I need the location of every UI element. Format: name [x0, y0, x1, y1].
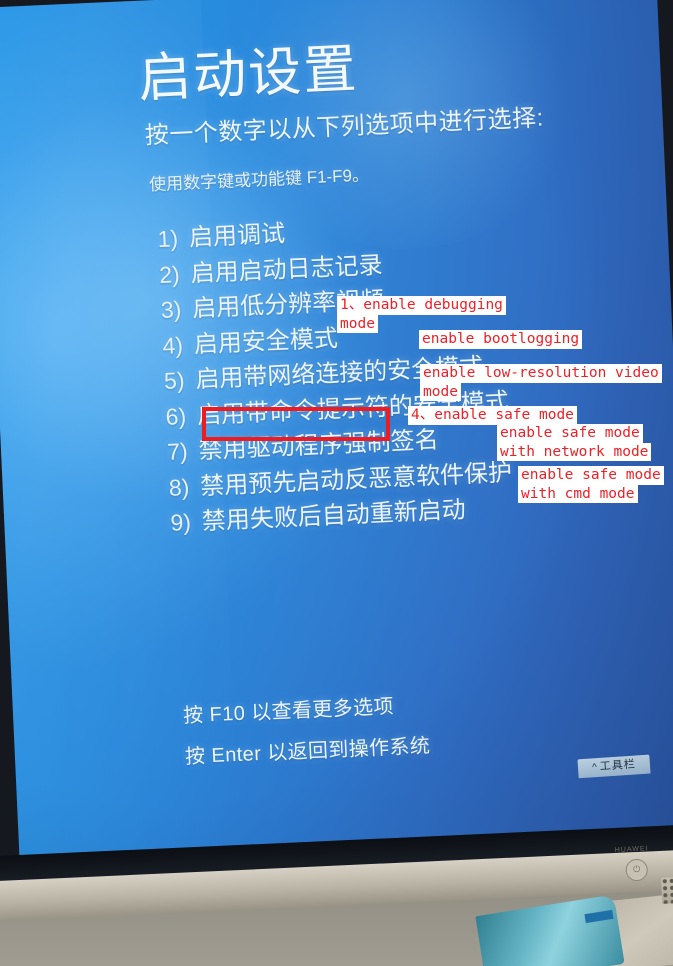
footer-line-f10: 按 F10 以查看更多选项 — [182, 695, 395, 728]
footer-hints: 按 F10 以查看更多选项 按 Enter 以返回到操作系统 — [183, 688, 432, 781]
annotation-4-line1: 4、enable safe mode — [408, 406, 577, 425]
page-hint: 使用数字键或功能键 F1-F9。 — [148, 165, 370, 195]
annotation-5-line1: enable safe mode — [497, 424, 643, 443]
option-number: 9) — [169, 508, 192, 536]
annotation-1: 1、enable debugging mode — [337, 296, 506, 333]
annotation-3-line1: enable low-resolution video — [420, 364, 662, 383]
annotation-1-line2: mode — [337, 314, 378, 333]
option-number: 4) — [161, 331, 184, 359]
option-label: 启用启动日志记录 — [190, 251, 384, 288]
speaker-grille — [661, 874, 673, 904]
option-label: 启用调试 — [188, 220, 286, 252]
option-number: 1) — [157, 225, 179, 253]
annotation-1-line1: 1、enable debugging — [337, 296, 506, 315]
option-number: 7) — [166, 437, 189, 465]
highlight-box-option-4 — [202, 407, 390, 441]
chevron-up-icon: ^ — [591, 762, 599, 774]
toolbar-tab[interactable]: ^工具栏 — [577, 754, 651, 779]
option-label: 禁用预先启动反恶意软件保护 — [199, 458, 513, 500]
option-number: 3) — [160, 296, 182, 324]
photo-scene: 启动设置 按一个数字以从下列选项中进行选择: 使用数字键或功能键 F1-F9。 … — [0, 0, 673, 966]
annotation-4: 4、enable safe mode — [408, 406, 577, 425]
annotation-2-line1: enable bootlogging — [419, 330, 583, 349]
option-number: 8) — [168, 473, 190, 501]
annotation-5: enable safe mode with network mode — [497, 424, 652, 461]
annotation-5-line2: with network mode — [497, 442, 652, 461]
toolbar-tab-label: 工具栏 — [599, 758, 637, 773]
annotation-6: enable safe mode with cmd mode — [518, 466, 664, 503]
page-title: 启动设置 — [136, 39, 360, 109]
annotation-6-line2: with cmd mode — [518, 484, 638, 503]
annotation-2: enable bootlogging — [419, 330, 583, 349]
annotation-6-line1: enable safe mode — [518, 466, 664, 485]
option-label: 启用安全模式 — [193, 324, 339, 359]
option-number: 2) — [158, 260, 181, 288]
annotation-3-line2: mode — [420, 382, 461, 401]
option-number: 5) — [163, 367, 186, 394]
footer-line-enter: 按 Enter 以返回到操作系统 — [184, 735, 431, 769]
option-label: 禁用失败后自动重新启动 — [201, 496, 467, 536]
annotation-3: enable low-resolution video mode — [420, 364, 662, 401]
option-number: 6) — [165, 402, 187, 430]
